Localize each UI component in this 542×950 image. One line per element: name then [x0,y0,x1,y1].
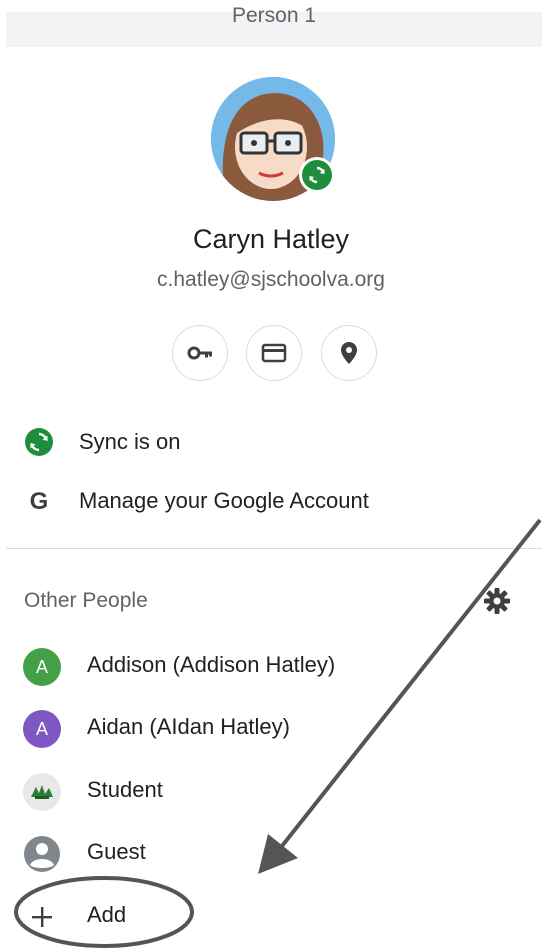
person-label: Addison (Addison Hatley) [87,652,336,677]
profile-name: Caryn Hatley [192,224,350,254]
sync-label: Sync is on [79,429,181,454]
person-item-addison[interactable]: A Addison (Addison Hatley) [0,640,542,692]
addresses-button[interactable] [321,325,377,381]
passwords-button[interactable] [172,325,228,381]
person-item-student[interactable]: Student [0,765,542,817]
plus-icon [23,898,61,936]
guest-avatar-icon [23,835,61,873]
person-item-guest[interactable]: Guest [0,827,542,879]
student-avatar-icon [23,773,61,811]
sync-status-row[interactable]: Sync is on [0,417,542,467]
manage-people-button[interactable] [482,586,512,616]
gear-icon [484,588,510,614]
profile-email: c.hatley@sjschoolva.org [157,268,385,291]
manage-account-label: Manage your Google Account [79,488,369,513]
person-avatar: A [23,710,61,748]
google-g-icon: G [23,485,55,517]
sync-badge-icon [299,157,335,193]
key-icon [187,346,212,360]
add-label: Add [87,902,127,927]
add-person-button[interactable]: Add [0,890,542,942]
person-label: Student [87,777,163,802]
person-label: Guest [87,839,146,864]
header-title: Person 1 [231,4,317,27]
profile-header: Person 1 [6,4,542,47]
credit-card-icon [261,343,287,363]
person-avatar: A [23,648,61,686]
other-people-heading: Other People [24,589,148,612]
sync-icon [23,426,55,458]
manage-account-row[interactable]: G Manage your Google Account [0,476,542,526]
svg-text:G: G [30,488,49,515]
payment-methods-button[interactable] [246,325,302,381]
section-divider [6,548,542,549]
location-pin-icon [341,342,357,364]
profile-avatar[interactable] [211,77,335,201]
person-label: Aidan (AIdan Hatley) [87,714,290,739]
person-item-aidan[interactable]: A Aidan (AIdan Hatley) [0,702,542,754]
